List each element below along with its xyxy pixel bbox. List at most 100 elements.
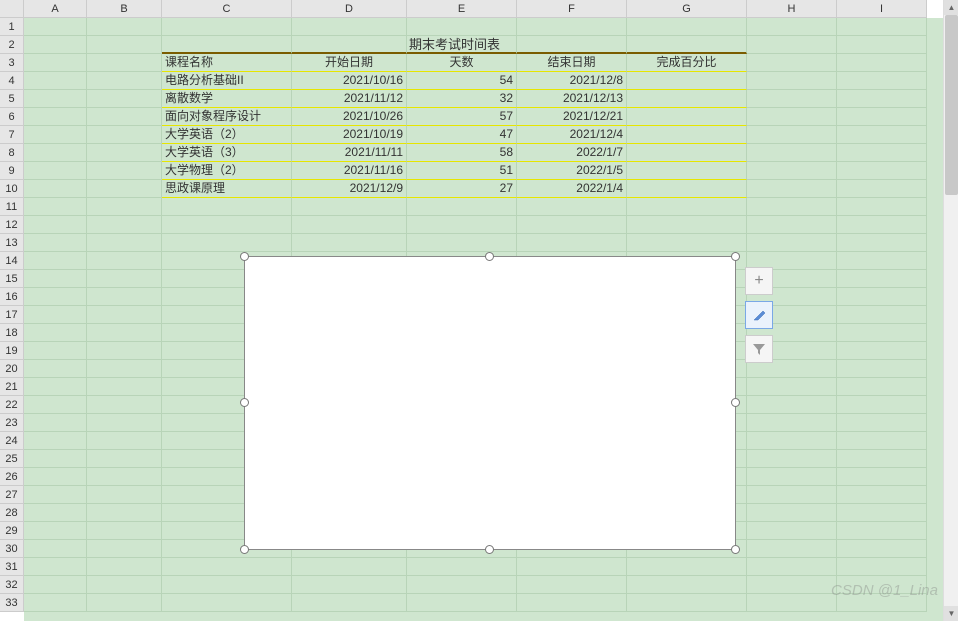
row-header-15[interactable]: 15 <box>0 270 24 288</box>
cell-start[interactable]: 2021/11/12 <box>292 90 407 108</box>
cell-days[interactable]: 51 <box>407 162 517 180</box>
row-header-6[interactable]: 6 <box>0 108 24 126</box>
column-header-E[interactable]: E <box>407 0 517 18</box>
vertical-scrollbar[interactable]: ▲ ▼ <box>943 0 958 621</box>
row-header-25[interactable]: 25 <box>0 450 24 468</box>
resize-handle-middle-right[interactable] <box>731 398 740 407</box>
cell-start[interactable]: 2021/11/11 <box>292 144 407 162</box>
filter-icon <box>752 342 766 356</box>
cell-pct[interactable] <box>627 126 747 144</box>
column-header-F[interactable]: F <box>517 0 627 18</box>
chart-object[interactable]: + <box>244 256 736 550</box>
column-header-C[interactable]: C <box>162 0 292 18</box>
row-header-8[interactable]: 8 <box>0 144 24 162</box>
row-header-21[interactable]: 21 <box>0 378 24 396</box>
select-all-corner[interactable] <box>0 0 24 18</box>
chart-filter-button[interactable] <box>745 335 773 363</box>
row-7: 大学英语（2）2021/10/19472021/12/4 <box>24 126 943 144</box>
row-header-10[interactable]: 10 <box>0 180 24 198</box>
cell-pct[interactable] <box>627 72 747 90</box>
cell-start[interactable]: 2021/10/26 <box>292 108 407 126</box>
row-header-16[interactable]: 16 <box>0 288 24 306</box>
cell-start[interactable]: 2021/11/16 <box>292 162 407 180</box>
column-header-A[interactable]: A <box>24 0 87 18</box>
column-header-B[interactable]: B <box>87 0 162 18</box>
row-header-1[interactable]: 1 <box>0 18 24 36</box>
scroll-up-button[interactable]: ▲ <box>944 0 958 15</box>
resize-handle-bottom-left[interactable] <box>240 545 249 554</box>
cell-days[interactable]: 54 <box>407 72 517 90</box>
cell-course[interactable]: 面向对象程序设计 <box>162 108 292 126</box>
row-header-31[interactable]: 31 <box>0 558 24 576</box>
row-header-5[interactable]: 5 <box>0 90 24 108</box>
row-32 <box>24 576 943 594</box>
row-header-7[interactable]: 7 <box>0 126 24 144</box>
cell-end[interactable]: 2021/12/4 <box>517 126 627 144</box>
cell-days[interactable]: 58 <box>407 144 517 162</box>
row-header-33[interactable]: 33 <box>0 594 24 612</box>
cell-start[interactable]: 2021/10/19 <box>292 126 407 144</box>
row-header-19[interactable]: 19 <box>0 342 24 360</box>
row-header-9[interactable]: 9 <box>0 162 24 180</box>
cell-course[interactable]: 电路分析基础II <box>162 72 292 90</box>
row-header-18[interactable]: 18 <box>0 324 24 342</box>
chart-elements-button[interactable]: + <box>745 267 773 295</box>
cell-start[interactable]: 2021/10/16 <box>292 72 407 90</box>
row-header-23[interactable]: 23 <box>0 414 24 432</box>
cell-end[interactable]: 2022/1/5 <box>517 162 627 180</box>
row-header-11[interactable]: 11 <box>0 198 24 216</box>
cell-course[interactable]: 思政课原理 <box>162 180 292 198</box>
cell-days[interactable]: 27 <box>407 180 517 198</box>
cell-course[interactable]: 大学英语（2） <box>162 126 292 144</box>
chart-styles-button[interactable] <box>745 301 773 329</box>
grid[interactable]: 期末考试时间表课程名称开始日期天数结束日期完成百分比电路分析基础II2021/1… <box>24 18 943 621</box>
row-9: 大学物理（2）2021/11/16512022/1/5 <box>24 162 943 180</box>
cell-days[interactable]: 32 <box>407 90 517 108</box>
cell-end[interactable]: 2022/1/4 <box>517 180 627 198</box>
row-header-22[interactable]: 22 <box>0 396 24 414</box>
cell-end[interactable]: 2021/12/13 <box>517 90 627 108</box>
cell-end[interactable]: 2021/12/21 <box>517 108 627 126</box>
row-header-3[interactable]: 3 <box>0 54 24 72</box>
resize-handle-middle-left[interactable] <box>240 398 249 407</box>
cell-pct[interactable] <box>627 108 747 126</box>
row-header-30[interactable]: 30 <box>0 540 24 558</box>
cell-end[interactable]: 2022/1/7 <box>517 144 627 162</box>
cell-start[interactable]: 2021/12/9 <box>292 180 407 198</box>
resize-handle-top-middle[interactable] <box>485 252 494 261</box>
row-header-4[interactable]: 4 <box>0 72 24 90</box>
cell-pct[interactable] <box>627 90 747 108</box>
cell-days[interactable]: 47 <box>407 126 517 144</box>
column-headers: ABCDEFGHI <box>24 0 943 18</box>
row-header-2[interactable]: 2 <box>0 36 24 54</box>
row-header-29[interactable]: 29 <box>0 522 24 540</box>
cell-pct[interactable] <box>627 144 747 162</box>
row-header-12[interactable]: 12 <box>0 216 24 234</box>
row-header-28[interactable]: 28 <box>0 504 24 522</box>
scroll-down-button[interactable]: ▼ <box>944 606 958 621</box>
row-header-17[interactable]: 17 <box>0 306 24 324</box>
row-header-24[interactable]: 24 <box>0 432 24 450</box>
cell-pct[interactable] <box>627 180 747 198</box>
column-header-I[interactable]: I <box>837 0 927 18</box>
row-header-26[interactable]: 26 <box>0 468 24 486</box>
row-header-32[interactable]: 32 <box>0 576 24 594</box>
cell-course[interactable]: 大学物理（2） <box>162 162 292 180</box>
column-header-H[interactable]: H <box>747 0 837 18</box>
row-header-27[interactable]: 27 <box>0 486 24 504</box>
resize-handle-bottom-right[interactable] <box>731 545 740 554</box>
cell-days[interactable]: 57 <box>407 108 517 126</box>
scroll-thumb[interactable] <box>945 15 958 195</box>
cell-end[interactable]: 2021/12/8 <box>517 72 627 90</box>
row-header-14[interactable]: 14 <box>0 252 24 270</box>
cell-course[interactable]: 大学英语（3） <box>162 144 292 162</box>
resize-handle-top-left[interactable] <box>240 252 249 261</box>
cell-course[interactable]: 离散数学 <box>162 90 292 108</box>
row-header-13[interactable]: 13 <box>0 234 24 252</box>
row-header-20[interactable]: 20 <box>0 360 24 378</box>
column-header-D[interactable]: D <box>292 0 407 18</box>
resize-handle-bottom-middle[interactable] <box>485 545 494 554</box>
cell-pct[interactable] <box>627 162 747 180</box>
column-header-G[interactable]: G <box>627 0 747 18</box>
resize-handle-top-right[interactable] <box>731 252 740 261</box>
